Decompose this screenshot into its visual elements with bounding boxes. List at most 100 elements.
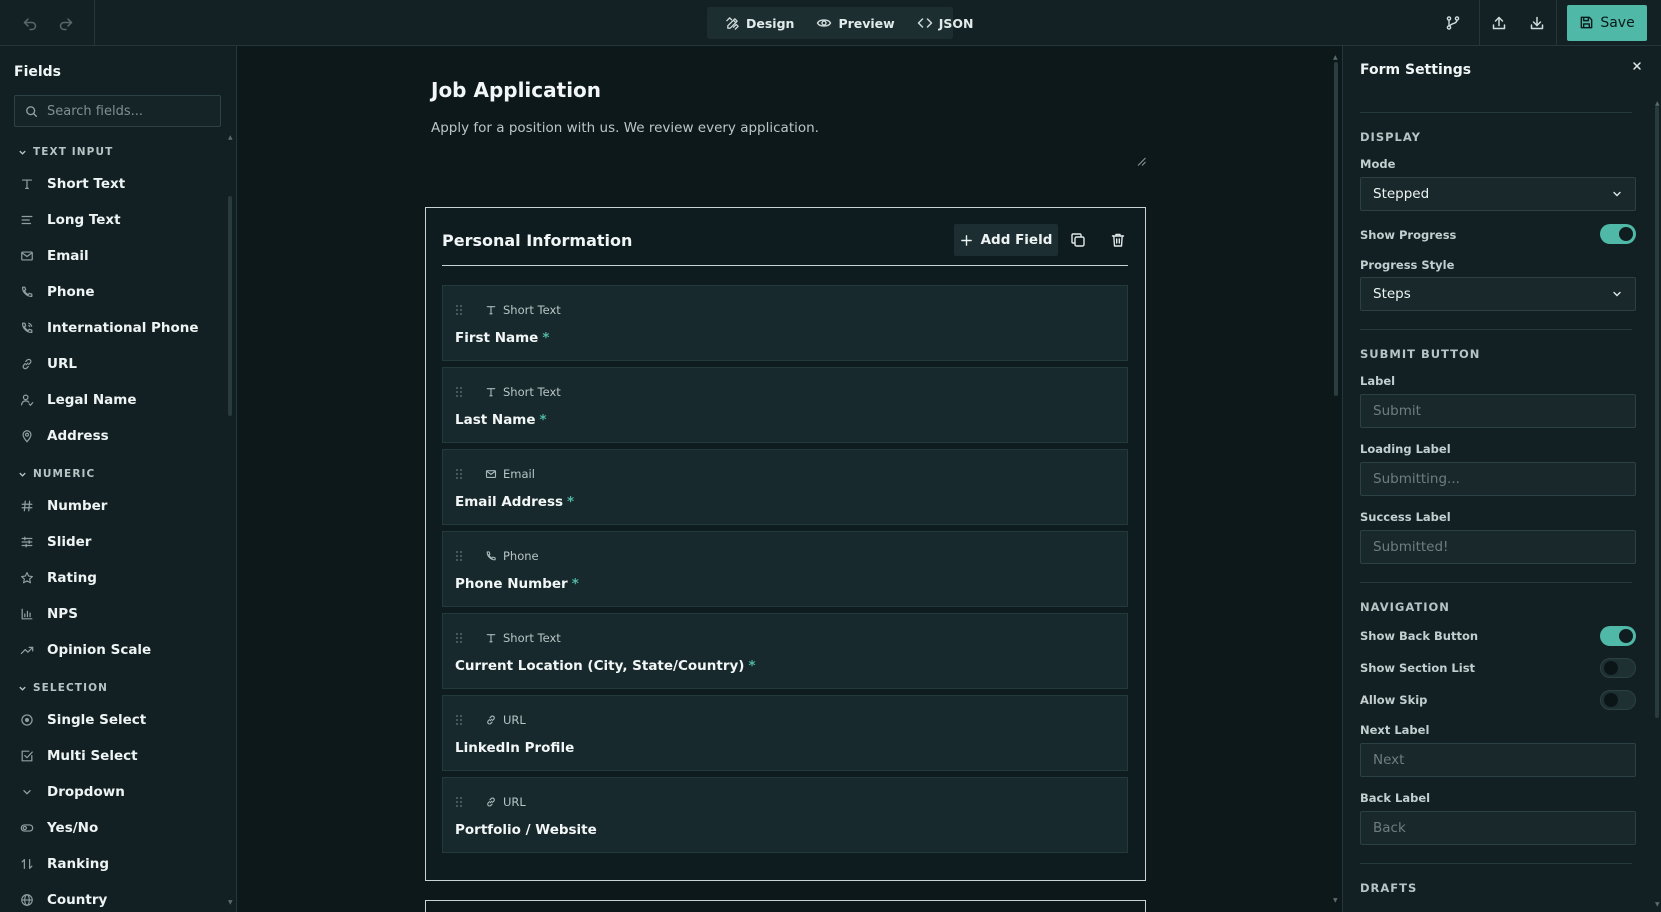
show-section-list-toggle[interactable] — [1600, 658, 1636, 678]
scrollbar-thumb[interactable] — [228, 196, 232, 416]
field-type-country[interactable]: Country — [0, 882, 226, 907]
close-icon[interactable] — [1631, 60, 1645, 74]
user-icon — [19, 392, 35, 408]
phone-international-icon — [19, 320, 35, 336]
tab-preview[interactable]: Preview — [806, 7, 904, 39]
star-icon — [19, 570, 35, 586]
field-type-label: Dropdown — [47, 784, 125, 800]
field-type-short-text[interactable]: Short Text — [0, 166, 226, 202]
save-button[interactable]: Save — [1567, 4, 1647, 41]
success-label-input[interactable] — [1360, 530, 1636, 564]
drag-handle-icon[interactable] — [455, 632, 463, 644]
field-type-label: Yes/No — [47, 820, 99, 836]
drag-handle-icon[interactable] — [455, 386, 463, 398]
drag-handle-icon[interactable] — [455, 468, 463, 480]
next-label-input[interactable] — [1360, 743, 1636, 777]
form-description[interactable]: Apply for a position with us. We review … — [431, 120, 819, 136]
bar-chart-icon — [19, 606, 35, 622]
field-type-label: Legal Name — [47, 392, 137, 408]
search-input[interactable] — [47, 103, 207, 119]
tab-json[interactable]: JSON — [907, 7, 984, 39]
git-branch-icon[interactable] — [1427, 0, 1479, 45]
form-field-last-name[interactable]: Short Text Last Name * — [442, 367, 1128, 443]
field-type-dropdown[interactable]: Dropdown — [0, 774, 226, 810]
eye-icon — [816, 15, 832, 31]
field-type-tag: Short Text — [485, 385, 561, 399]
back-label-input[interactable] — [1360, 811, 1636, 845]
field-type-email[interactable]: Email — [0, 238, 226, 274]
field-type-single-select[interactable]: Single Select — [0, 702, 226, 738]
settings-scrollbar[interactable]: ▲ ▼ — [1655, 100, 1660, 908]
field-type-number[interactable]: Number — [0, 488, 226, 524]
field-type-nps[interactable]: NPS — [0, 596, 226, 632]
field-type-ranking[interactable]: Ranking — [0, 846, 226, 882]
category-text-input[interactable]: TEXT INPUT — [0, 132, 226, 166]
field-type-opinion-scale[interactable]: Opinion Scale — [0, 632, 226, 668]
copy-icon[interactable] — [1068, 230, 1088, 250]
submit-label-input[interactable] — [1360, 394, 1636, 428]
download-icon[interactable] — [1518, 0, 1556, 45]
scrollbar-thumb[interactable] — [1655, 106, 1659, 718]
arrows-up-down-icon — [19, 856, 35, 872]
form-field-phone-number[interactable]: Phone Phone Number * — [442, 531, 1128, 607]
next-section-card — [425, 900, 1146, 912]
field-type-label: Rating — [47, 570, 97, 586]
field-type-list: TEXT INPUT Short Text Long Text Email Ph… — [0, 132, 226, 907]
field-type-label: URL — [47, 356, 77, 372]
field-label-text: Last Name — [455, 412, 536, 428]
field-type-rating[interactable]: Rating — [0, 560, 226, 596]
loading-label-input[interactable] — [1360, 462, 1636, 496]
toggle-knob — [1604, 693, 1618, 707]
form-field-current-location[interactable]: Short Text Current Location (City, State… — [442, 613, 1128, 689]
form-field-first-name[interactable]: Short Text First Name * — [442, 285, 1128, 361]
canvas-scrollbar[interactable]: ▲ ▼ — [1333, 54, 1339, 904]
category-selection[interactable]: SELECTION — [0, 668, 226, 702]
field-type-label: Slider — [47, 534, 92, 550]
category-numeric[interactable]: NUMERIC — [0, 454, 226, 488]
field-type-yes-no[interactable]: Yes/No — [0, 810, 226, 846]
progress-style-value: Steps — [1373, 286, 1411, 302]
allow-skip-toggle[interactable] — [1600, 690, 1636, 710]
field-type-legal-name[interactable]: Legal Name — [0, 382, 226, 418]
form-field-linkedin-profile[interactable]: URL LinkedIn Profile — [442, 695, 1128, 771]
field-type-address[interactable]: Address — [0, 418, 226, 454]
field-type-label: Address — [47, 428, 109, 444]
show-progress-toggle[interactable] — [1600, 224, 1636, 244]
required-marker: * — [542, 330, 550, 346]
drag-handle-icon[interactable] — [455, 714, 463, 726]
mode-select[interactable]: Stepped — [1360, 177, 1636, 211]
field-type-url[interactable]: URL — [0, 346, 226, 382]
field-type-phone[interactable]: Phone — [0, 274, 226, 310]
form-title[interactable]: Job Application — [431, 78, 601, 102]
globe-icon — [19, 892, 35, 907]
upload-icon[interactable] — [1480, 0, 1518, 45]
chevron-down-icon — [18, 684, 27, 693]
required-marker: * — [539, 412, 547, 428]
trash-icon[interactable] — [1108, 230, 1128, 250]
resize-handle-icon[interactable] — [1137, 157, 1146, 166]
tab-design[interactable]: Design — [715, 7, 804, 39]
form-field-email-address[interactable]: Email Email Address * — [442, 449, 1128, 525]
field-type-slider[interactable]: Slider — [0, 524, 226, 560]
sidebar-scrollbar[interactable]: ▲ ▼ — [228, 134, 233, 906]
field-type-tag: Short Text — [485, 631, 561, 645]
field-type-international-phone[interactable]: International Phone — [0, 310, 226, 346]
scrollbar-thumb[interactable] — [1334, 62, 1338, 396]
progress-style-select[interactable]: Steps — [1360, 277, 1636, 311]
drag-handle-icon[interactable] — [455, 796, 463, 808]
field-type-long-text[interactable]: Long Text — [0, 202, 226, 238]
field-type-multi-select[interactable]: Multi Select — [0, 738, 226, 774]
section-title[interactable]: Personal Information — [442, 231, 632, 250]
scroll-up-arrow-icon: ▲ — [1333, 54, 1338, 61]
form-field-portfolio-website[interactable]: URL Portfolio / Website — [442, 777, 1128, 853]
drag-handle-icon[interactable] — [455, 550, 463, 562]
undo-icon[interactable] — [20, 13, 40, 33]
drag-handle-icon[interactable] — [455, 304, 463, 316]
show-back-button-label: Show Back Button — [1360, 629, 1479, 643]
category-label: TEXT INPUT — [33, 146, 114, 158]
show-back-button-toggle[interactable] — [1600, 626, 1636, 646]
field-type-label: NPS — [47, 606, 78, 622]
show-section-list-label: Show Section List — [1360, 661, 1476, 675]
redo-icon[interactable] — [56, 13, 76, 33]
add-field-button[interactable]: Add Field — [954, 224, 1058, 256]
